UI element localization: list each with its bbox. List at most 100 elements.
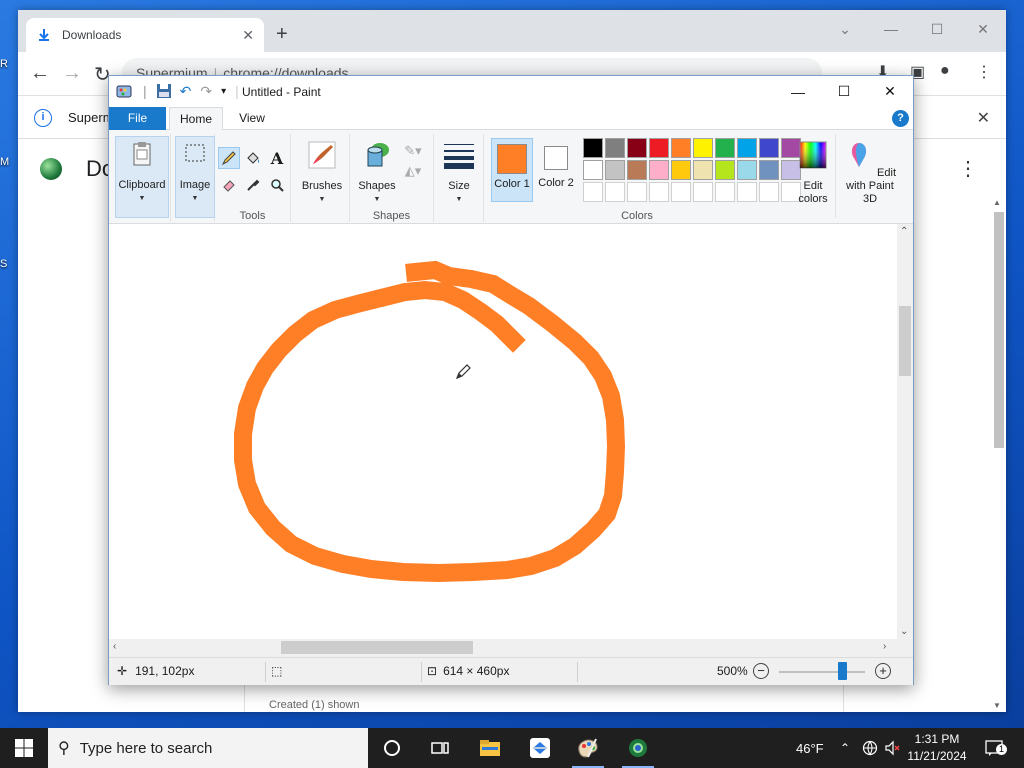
canvas-vertical-scrollbar[interactable]: ⌃ ⌄ (897, 224, 913, 639)
desktop-icon-label[interactable]: S (0, 258, 20, 270)
save-icon[interactable] (156, 83, 172, 99)
palette-swatch[interactable] (693, 160, 713, 180)
palette-swatch[interactable] (627, 182, 647, 202)
image-button[interactable]: Image ▼ (175, 136, 215, 218)
palette-swatch[interactable] (583, 160, 603, 180)
palette-swatch[interactable] (605, 138, 625, 158)
shapes-button[interactable]: Shapes ▼ (354, 136, 400, 206)
scroll-right-icon[interactable]: › (883, 641, 886, 652)
clipboard-button[interactable]: Clipboard ▼ (115, 136, 169, 218)
palette-swatch[interactable] (715, 160, 735, 180)
palette-swatch[interactable] (671, 160, 691, 180)
file-explorer-icon[interactable] (466, 728, 514, 768)
drawing-canvas[interactable] (109, 224, 899, 639)
palette-swatch[interactable] (715, 182, 735, 202)
volume-muted-icon[interactable] (884, 728, 900, 768)
close-icon[interactable]: ✕ (960, 14, 1006, 44)
desktop-icon-label[interactable]: R (0, 58, 20, 70)
palette-swatch[interactable] (759, 160, 779, 180)
scroll-left-icon[interactable]: ‹ (113, 641, 116, 652)
scroll-thumb[interactable] (281, 641, 473, 654)
browser-tab-downloads[interactable]: Downloads ✕ (26, 18, 264, 52)
file-menu-button[interactable]: File (109, 107, 166, 130)
start-button[interactable] (0, 728, 48, 768)
show-hidden-icons-icon[interactable]: ⌃ (840, 728, 850, 768)
color-picker-icon[interactable] (242, 174, 264, 196)
scroll-up-icon[interactable]: ⌃ (900, 226, 908, 237)
minimize-icon[interactable]: — (868, 14, 914, 44)
palette-swatch[interactable] (759, 182, 779, 202)
palette-swatch[interactable] (737, 182, 757, 202)
maximize-icon[interactable]: ☐ (914, 14, 960, 44)
palette-swatch[interactable] (583, 182, 603, 202)
new-tab-button[interactable]: + (276, 24, 288, 44)
network-icon[interactable] (862, 728, 878, 768)
zoom-in-icon[interactable]: + (875, 663, 891, 679)
menu-kebab-icon[interactable]: ⋮ (976, 62, 992, 82)
customize-qat-icon[interactable]: ▾ (221, 86, 226, 97)
color2-button[interactable]: Color 2 (535, 138, 577, 202)
undo-icon[interactable]: ↶ (180, 83, 192, 100)
minimize-icon[interactable]: — (775, 76, 821, 107)
profile-icon[interactable]: ● (940, 62, 950, 80)
palette-swatch[interactable] (693, 138, 713, 158)
scroll-thumb[interactable] (994, 212, 1004, 448)
app-icon[interactable] (516, 728, 564, 768)
text-icon[interactable]: A (266, 147, 288, 169)
tab-search-icon[interactable]: ⌄ (822, 14, 868, 44)
close-infobar-icon[interactable]: ✕ (977, 108, 990, 128)
magnifier-icon[interactable] (266, 174, 288, 196)
weather[interactable]: 46°F (796, 728, 824, 768)
close-icon[interactable]: ✕ (867, 76, 913, 107)
pencil-icon[interactable] (218, 147, 240, 169)
edit-with-paint3d-button[interactable]: Edit with Paint 3D (839, 136, 901, 206)
scroll-down-icon[interactable]: ▼ (993, 701, 1001, 710)
canvas-horizontal-scrollbar[interactable]: ‹ › (109, 639, 899, 656)
eraser-icon[interactable] (218, 174, 240, 196)
supermium-taskbar-icon[interactable] (614, 728, 662, 768)
maximize-icon[interactable]: ☐ (821, 76, 867, 107)
outline-icon[interactable]: ✎▾ (402, 140, 424, 162)
taskbar-search-box[interactable]: ⚲ Type here to search (48, 728, 368, 768)
scroll-thumb[interactable] (899, 306, 911, 376)
palette-swatch[interactable] (737, 160, 757, 180)
tab-home[interactable]: Home (169, 107, 223, 131)
palette-swatch[interactable] (627, 138, 647, 158)
desktop-icon-label[interactable]: M (0, 156, 20, 168)
paint-taskbar-icon[interactable] (564, 728, 612, 768)
color1-button[interactable]: Color 1 (491, 138, 533, 202)
palette-swatch[interactable] (737, 138, 757, 158)
page-scrollbar[interactable]: ▲ ▼ (992, 198, 1004, 710)
redo-icon[interactable]: ↷ (200, 83, 212, 100)
palette-swatch[interactable] (671, 138, 691, 158)
palette-swatch[interactable] (649, 182, 669, 202)
brushes-button[interactable]: Brushes ▼ (298, 136, 346, 206)
palette-swatch[interactable] (671, 182, 691, 202)
forward-icon[interactable]: → (62, 62, 82, 85)
close-tab-icon[interactable]: ✕ (242, 27, 254, 44)
scroll-up-icon[interactable]: ▲ (993, 198, 1001, 207)
size-button[interactable]: Size ▼ (438, 136, 480, 206)
clock[interactable]: 1:31 PM 11/21/2024 (903, 731, 971, 765)
palette-swatch[interactable] (605, 182, 625, 202)
tab-view[interactable]: View (227, 107, 277, 131)
edit-colors-button[interactable]: Edit colors (793, 136, 833, 206)
palette-swatch[interactable] (759, 138, 779, 158)
fill-icon[interactable] (242, 147, 264, 169)
more-actions-icon[interactable]: ⋮ (958, 156, 978, 181)
palette-swatch[interactable] (627, 160, 647, 180)
zoom-slider-track[interactable] (779, 671, 865, 673)
palette-swatch[interactable] (583, 138, 603, 158)
cortana-icon[interactable] (368, 728, 416, 768)
zoom-out-icon[interactable]: − (753, 663, 769, 679)
fill-shape-icon[interactable]: ◭▾ (402, 160, 424, 182)
help-icon[interactable]: ? (892, 110, 909, 127)
scroll-down-icon[interactable]: ⌄ (900, 626, 908, 637)
palette-swatch[interactable] (693, 182, 713, 202)
palette-swatch[interactable] (605, 160, 625, 180)
palette-swatch[interactable] (715, 138, 735, 158)
back-icon[interactable]: ← (30, 62, 50, 85)
task-view-icon[interactable] (416, 728, 464, 768)
palette-swatch[interactable] (649, 138, 669, 158)
palette-swatch[interactable] (649, 160, 669, 180)
